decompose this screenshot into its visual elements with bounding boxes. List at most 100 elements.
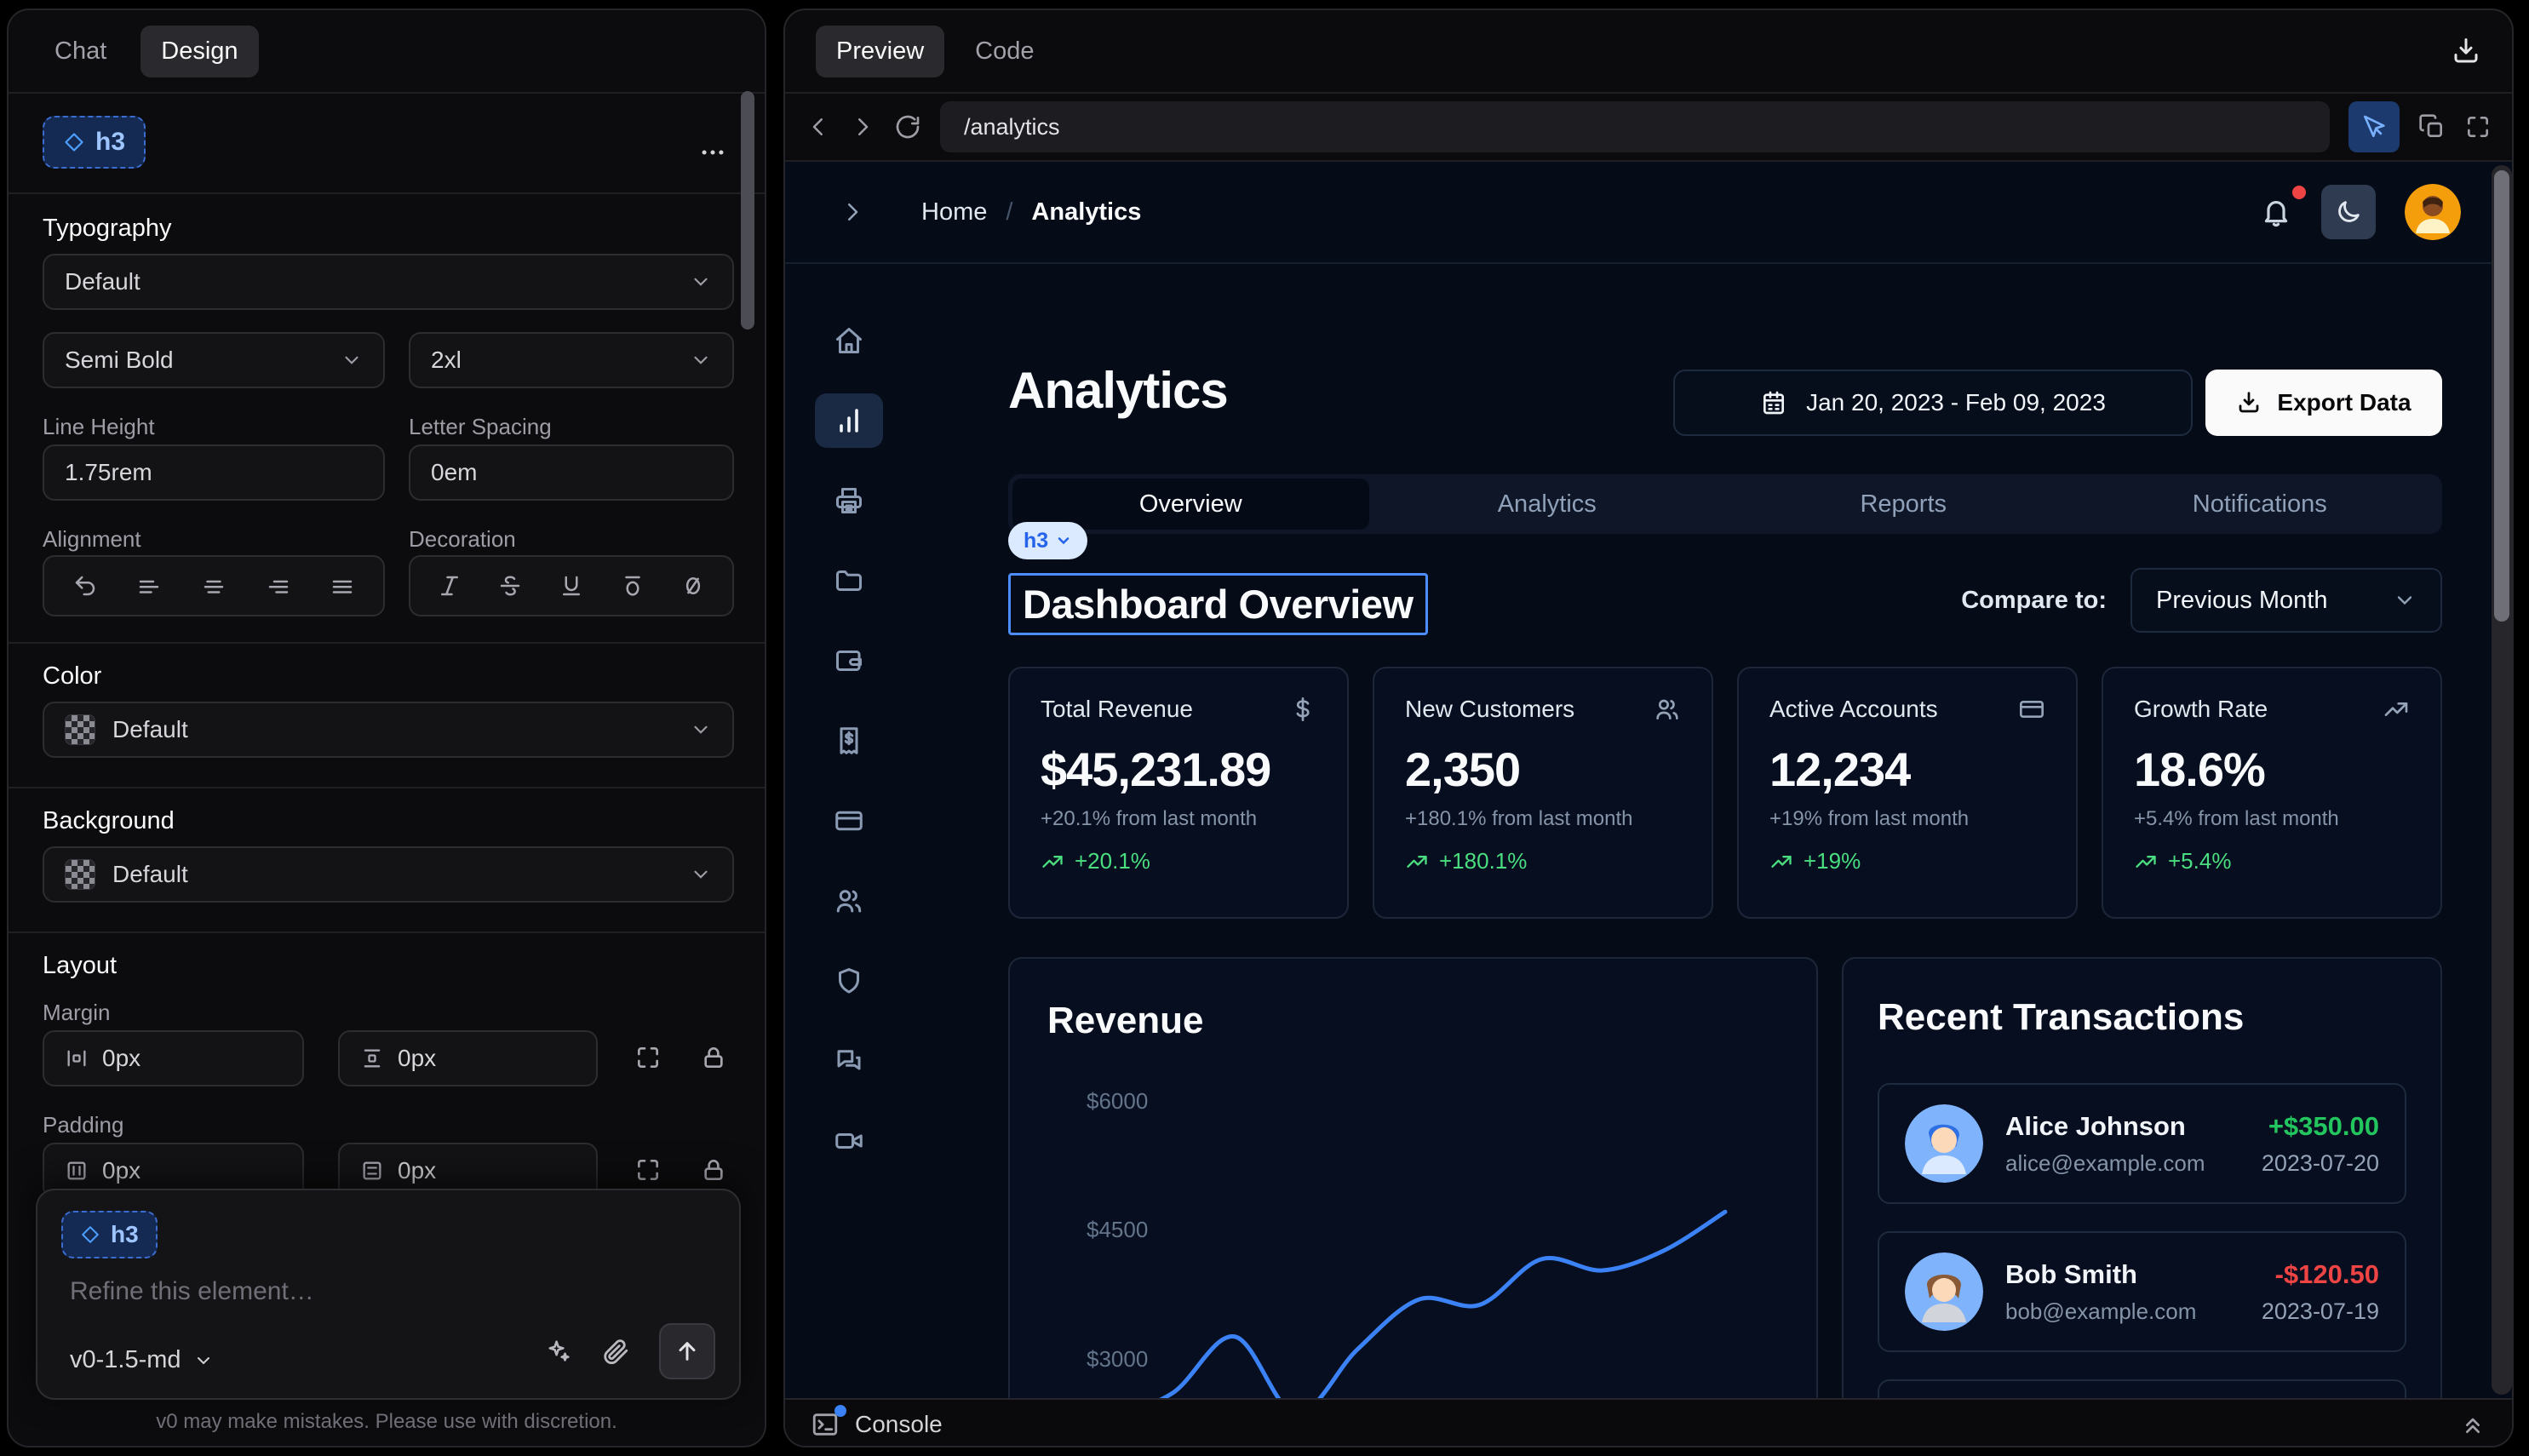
sidebar-wallet-icon[interactable]: [815, 633, 883, 688]
refine-composer: h3 Refine this element… v0-1.5-md: [36, 1189, 741, 1400]
export-data-button[interactable]: Export Data: [2205, 370, 2442, 436]
left-scrollbar-thumb[interactable]: [741, 91, 754, 330]
background-select[interactable]: Default: [43, 846, 734, 903]
chevron-down-icon: [690, 863, 712, 886]
back-icon[interactable]: [806, 114, 831, 140]
transaction-row[interactable]: [1878, 1379, 2406, 1398]
font-weight-select[interactable]: Semi Bold: [43, 332, 385, 388]
font-family-select[interactable]: Default: [43, 254, 734, 310]
margin-lock-icon[interactable]: [700, 1044, 727, 1071]
padding-lock-icon[interactable]: [700, 1156, 727, 1184]
margin-expand-icon[interactable]: [634, 1044, 662, 1071]
color-label: Color: [43, 662, 101, 691]
sidebar-messages-icon[interactable]: [815, 1034, 883, 1088]
dark-mode-toggle[interactable]: [2321, 185, 2376, 239]
selected-element-chip[interactable]: h3: [43, 116, 146, 169]
transaction-amount: -$120.50: [2262, 1259, 2379, 1290]
paperclip-icon[interactable]: [601, 1337, 630, 1366]
preview-scrollbar-thumb[interactable]: [2494, 170, 2509, 622]
letter-spacing-label: Letter Spacing: [409, 414, 552, 440]
composer-element-chip[interactable]: h3: [61, 1211, 158, 1258]
tab-code[interactable]: Code: [963, 37, 1046, 66]
avatar: [1905, 1104, 1983, 1183]
transactions-title: Recent Transactions: [1878, 996, 2406, 1039]
transaction-row[interactable]: Bob Smith bob@example.com -$120.50 2023-…: [1878, 1231, 2406, 1352]
stat-card-total-revenue: Total Revenue $45,231.89 +20.1% from las…: [1008, 667, 1349, 919]
preview-scrollbar[interactable]: [2492, 165, 2512, 1395]
compare-select[interactable]: Previous Month: [2130, 568, 2442, 633]
download-icon[interactable]: [2451, 36, 2481, 66]
disclaimer-text: v0 may make mistakes. Please use with di…: [9, 1410, 765, 1434]
margin-label: Margin: [43, 1000, 110, 1026]
fullscreen-icon[interactable]: [2464, 113, 2492, 140]
sidebar-expand-icon[interactable]: [840, 199, 865, 225]
align-justify-icon[interactable]: [330, 573, 355, 599]
font-size-select[interactable]: 2xl: [409, 332, 734, 388]
sidebar-users-icon[interactable]: [815, 874, 883, 928]
diamond-icon: [80, 1224, 100, 1245]
padding-expand-icon[interactable]: [634, 1156, 662, 1184]
more-menu-icon[interactable]: [698, 138, 727, 167]
align-center-icon[interactable]: [201, 573, 227, 599]
tab-notifications[interactable]: Notifications: [2082, 490, 2439, 519]
calendar-icon: [1760, 389, 1787, 416]
sidebar-video-icon[interactable]: [815, 1114, 883, 1168]
sidebar-home-icon[interactable]: [815, 313, 883, 368]
align-left-icon[interactable]: [136, 573, 162, 599]
typography-label: Typography: [43, 215, 172, 243]
tab-preview[interactable]: Preview: [816, 26, 944, 77]
margin-y-input[interactable]: 0px: [338, 1030, 598, 1086]
trending-up-icon: [2383, 696, 2410, 723]
submit-button[interactable]: [659, 1323, 715, 1379]
chevron-down-icon: [690, 719, 712, 741]
user-avatar[interactable]: [2405, 184, 2461, 240]
console-bar[interactable]: Console: [785, 1398, 2512, 1447]
refresh-icon[interactable]: [894, 113, 921, 140]
recent-transactions-card: Recent Transactions Alice Johnson alice@…: [1842, 957, 2442, 1398]
tab-design[interactable]: Design: [140, 26, 258, 77]
tab-analytics[interactable]: Analytics: [1369, 490, 1726, 519]
undo-icon[interactable]: [72, 573, 98, 599]
chevron-down-icon: [690, 349, 712, 371]
tab-reports[interactable]: Reports: [1725, 490, 2082, 519]
section-title-selected[interactable]: Dashboard Overview: [1008, 573, 1428, 635]
letter-spacing-input[interactable]: 0em: [409, 444, 734, 501]
line-height-input[interactable]: 1.75rem: [43, 444, 385, 501]
refine-input[interactable]: Refine this element…: [70, 1277, 314, 1306]
trending-up-icon: [1405, 850, 1429, 874]
transaction-amount: +$350.00: [2262, 1111, 2379, 1142]
sparkles-icon[interactable]: [543, 1337, 572, 1366]
notifications-bell-icon[interactable]: [2260, 196, 2292, 228]
alignment-label: Alignment: [43, 526, 141, 553]
sidebar-printer-icon[interactable]: [815, 473, 883, 528]
stat-card-active-accounts: Active Accounts 12,234 +19% from last mo…: [1737, 667, 2078, 919]
sidebar-credit-card-icon[interactable]: [815, 794, 883, 848]
strikethrough-icon[interactable]: [497, 573, 523, 599]
inspect-cursor-button[interactable]: [2348, 101, 2400, 152]
margin-x-input[interactable]: 0px: [43, 1030, 304, 1086]
selection-tag-chip[interactable]: h3: [1008, 522, 1087, 559]
overline-icon[interactable]: [620, 573, 645, 599]
sidebar-analytics-icon[interactable]: [815, 393, 883, 448]
design-panel: Chat Design h3 Typography Default Semi B…: [7, 9, 766, 1447]
tab-chat[interactable]: Chat: [43, 37, 118, 66]
url-bar[interactable]: /analytics: [940, 101, 2330, 152]
sidebar-receipt-icon[interactable]: [815, 714, 883, 768]
underline-icon[interactable]: [559, 573, 584, 599]
align-right-icon[interactable]: [266, 573, 291, 599]
italic-icon[interactable]: [437, 573, 462, 599]
color-select[interactable]: Default: [43, 702, 734, 758]
copy-icon[interactable]: [2418, 113, 2446, 140]
trending-up-icon: [2134, 850, 2158, 874]
no-decoration-icon[interactable]: [680, 573, 706, 599]
chevrons-up-icon[interactable]: [2459, 1411, 2486, 1438]
model-select[interactable]: v0-1.5-md: [70, 1346, 214, 1374]
date-range-button[interactable]: Jan 20, 2023 - Feb 09, 2023: [1673, 370, 2193, 436]
stat-card-new-customers: New Customers 2,350 +180.1% from last mo…: [1373, 667, 1713, 919]
sidebar-shield-icon[interactable]: [815, 954, 883, 1008]
breadcrumb-home[interactable]: Home: [921, 198, 987, 226]
chevron-down-icon: [193, 1350, 214, 1371]
transaction-row[interactable]: Alice Johnson alice@example.com +$350.00…: [1878, 1083, 2406, 1204]
sidebar-folder-icon[interactable]: [815, 553, 883, 608]
forward-icon[interactable]: [850, 114, 875, 140]
